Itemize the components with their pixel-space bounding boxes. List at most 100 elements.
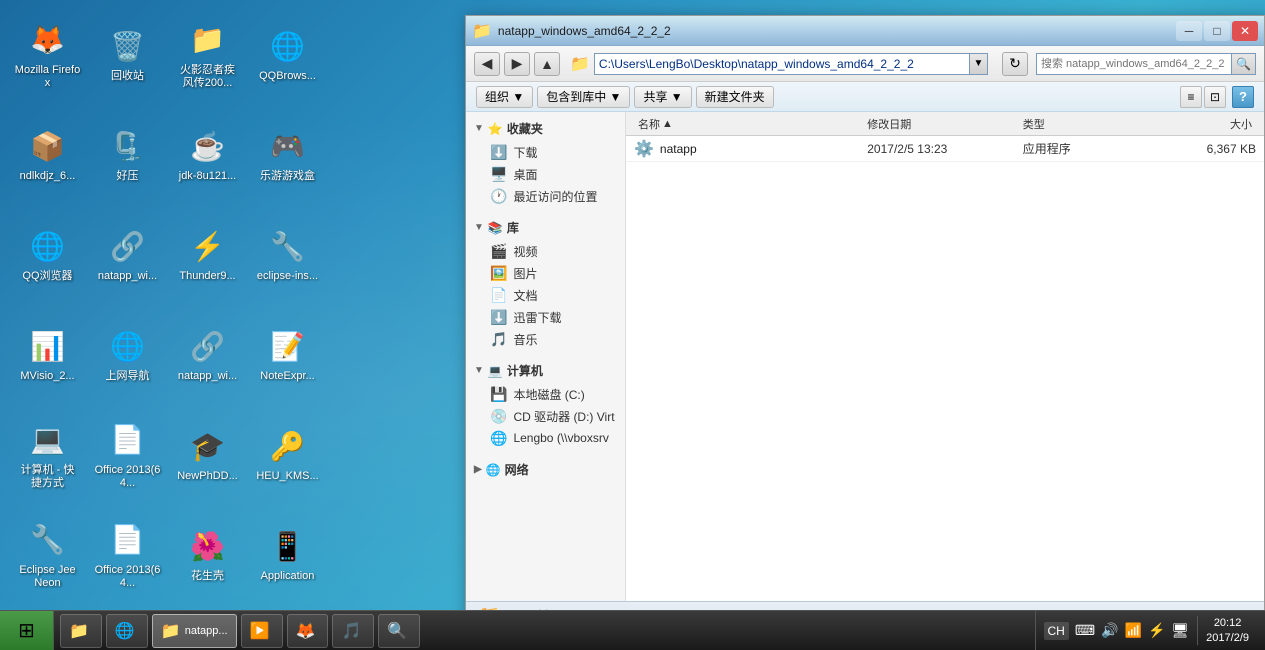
desktop-icon-eclipse-ins[interactable]: 🔧 eclipse-ins... bbox=[250, 210, 325, 300]
taskbar-item-ie[interactable]: 🌐 bbox=[106, 614, 148, 648]
taskbar-tray: CH ⌨ 🔊 📶 ⚡ 🖥 20:12 2017/2/9 bbox=[1035, 611, 1265, 650]
search-container: 🔍 bbox=[1036, 53, 1256, 75]
nav-item-desktop[interactable]: 🖥️ 桌面 bbox=[466, 163, 625, 185]
organize-button[interactable]: 组织 ▼ bbox=[476, 86, 533, 108]
nav-thunder-dl-label: 迅雷下载 bbox=[513, 309, 561, 326]
nav-desktop-label: 桌面 bbox=[513, 166, 537, 183]
file-row-natapp[interactable]: ⚙️ natapp 2017/2/5 13:23 应用程序 6,367 KB bbox=[626, 136, 1264, 162]
nav-item-video[interactable]: 🎬 视频 bbox=[466, 240, 625, 262]
desktop-icon-flower[interactable]: 🌺 花生壳 bbox=[170, 510, 245, 600]
tray-volume-icon[interactable]: 🔊 bbox=[1101, 622, 1118, 639]
up-button[interactable]: ▲ bbox=[534, 52, 560, 76]
desktop-icon-haozip[interactable]: 🗜️ 好压 bbox=[90, 110, 165, 200]
nav-item-download[interactable]: ⬇️ 下载 bbox=[466, 141, 625, 163]
desktop-icon-leyou[interactable]: 🎮 乐游游戏盒 bbox=[250, 110, 325, 200]
library-header[interactable]: ▼ 📚 库 bbox=[466, 215, 625, 240]
taskbar-item-audio[interactable]: 🎵 bbox=[332, 614, 374, 648]
desktop-icon-noteexpr[interactable]: 📝 NoteExpr... bbox=[250, 310, 325, 400]
taskbar-item-media[interactable]: ▶️ bbox=[241, 614, 283, 648]
toolbar: ◀ ▶ ▲ 📁 ▼ ↻ 🔍 bbox=[466, 46, 1264, 82]
nav-picture-label: 图片 bbox=[513, 265, 537, 282]
desktop-icon-qqbrowser-pkg[interactable]: 🌐 QQBrows... bbox=[250, 10, 325, 100]
back-button[interactable]: ◀ bbox=[474, 52, 500, 76]
desktop-icon-newphd[interactable]: 🎓 NewPhDD... bbox=[170, 410, 245, 500]
desktop-icon-office1[interactable]: 📄 Office 2013(64... bbox=[90, 410, 165, 500]
desktop-icon-office2[interactable]: 📄 Office 2013(64... bbox=[90, 510, 165, 600]
desktop-icon-firefox[interactable]: 🦊 Mozilla Firefox bbox=[10, 10, 85, 100]
cd-d-icon: 💿 bbox=[490, 408, 507, 425]
computer-expand-icon: ▼ bbox=[474, 365, 484, 376]
nav-item-thunder-dl[interactable]: ⬇️ 迅雷下载 bbox=[466, 306, 625, 328]
desktop-icon-trash[interactable]: 🗑️ 回收站 bbox=[90, 10, 165, 100]
nav-item-music[interactable]: 🎵 音乐 bbox=[466, 328, 625, 350]
nav-lengbo-label: Lengbo (\\vboxsrv bbox=[513, 431, 608, 445]
column-name[interactable]: 名称 ▲ bbox=[634, 116, 863, 132]
network-header[interactable]: ▶ 🌐 网络 bbox=[466, 457, 625, 482]
computer-header[interactable]: ▼ 💻 计算机 bbox=[466, 358, 625, 383]
tray-clock[interactable]: 20:12 2017/2/9 bbox=[1197, 616, 1257, 645]
computer-nav-label: 计算机 bbox=[507, 362, 543, 379]
computer-icon: 💻 bbox=[28, 420, 68, 460]
address-input[interactable] bbox=[594, 53, 970, 75]
file-name-natapp: natapp bbox=[660, 142, 697, 156]
view-toggle-button[interactable]: ≡ bbox=[1180, 86, 1202, 108]
include-library-button[interactable]: 包含到库中 ▼ bbox=[537, 86, 630, 108]
new-folder-button[interactable]: 新建文件夹 bbox=[696, 86, 774, 108]
desktop-icon-ndlk[interactable]: 📦 ndlkdjz_6... bbox=[10, 110, 85, 200]
taskbar-firefox-icon: 🦊 bbox=[296, 621, 316, 641]
help-button[interactable]: ? bbox=[1232, 86, 1254, 108]
desktop-icon-thunder[interactable]: ⚡ Thunder9... bbox=[170, 210, 245, 300]
column-size[interactable]: 大小 bbox=[1174, 116, 1256, 132]
desktop-icon-natapp-desktop[interactable]: 🔗 natapp_wi... bbox=[90, 210, 165, 300]
tray-battery-icon[interactable]: ⚡ bbox=[1148, 622, 1165, 639]
tray-lang-indicator[interactable]: CH bbox=[1044, 622, 1069, 640]
search-button[interactable]: 🔍 bbox=[1232, 53, 1256, 75]
desktop-icon-naruto[interactable]: 📁 火影忍者疾 风传200... bbox=[170, 10, 245, 100]
desktop-icon-computer[interactable]: 💻 计算机 - 快 捷方式 bbox=[10, 410, 85, 500]
taskbar-item-search[interactable]: 🔍 bbox=[378, 614, 420, 648]
forward-button[interactable]: ▶ bbox=[504, 52, 530, 76]
desktop-icon-jdk[interactable]: ☕ jdk-8u121... bbox=[170, 110, 245, 200]
desktop-icon-mvisio[interactable]: 📊 MVisio_2... bbox=[10, 310, 85, 400]
nav-item-picture[interactable]: 🖼️ 图片 bbox=[466, 262, 625, 284]
taskbar-item-firefox[interactable]: 🦊 bbox=[287, 614, 329, 648]
natapp2-icon: 🔗 bbox=[188, 326, 228, 366]
address-dropdown-button[interactable]: ▼ bbox=[970, 53, 988, 75]
qqbrowser-pkg-icon: 🌐 bbox=[268, 26, 308, 66]
nav-item-lengbo[interactable]: 🌐 Lengbo (\\vboxsrv bbox=[466, 427, 625, 449]
desktop-icon-eclipse-neon[interactable]: 🔧 Eclipse Jee Neon bbox=[10, 510, 85, 600]
tray-date: 2017/2/9 bbox=[1206, 631, 1249, 645]
file-size-natapp: 6,367 KB bbox=[1178, 142, 1256, 156]
desktop-icon-shangwang[interactable]: 🌐 上网导航 bbox=[90, 310, 165, 400]
desktop-icon-app[interactable]: 📱 Application bbox=[250, 510, 325, 600]
tray-network-icon[interactable]: 📶 bbox=[1125, 622, 1142, 639]
minimize-button[interactable]: ─ bbox=[1176, 21, 1202, 41]
naruto-label: 火影忍者疾 风传200... bbox=[174, 64, 241, 90]
search-input[interactable] bbox=[1036, 53, 1232, 75]
desktop-icon-heu[interactable]: 🔑 HEU_KMS... bbox=[250, 410, 325, 500]
maximize-button[interactable]: □ bbox=[1204, 21, 1230, 41]
column-type[interactable]: 类型 bbox=[1019, 116, 1175, 132]
favorites-header[interactable]: ▼ ⭐ 收藏夹 bbox=[466, 116, 625, 141]
nav-item-cd-d[interactable]: 💿 CD 驱动器 (D:) Virt bbox=[466, 405, 625, 427]
nav-item-document[interactable]: 📄 文档 bbox=[466, 284, 625, 306]
close-button[interactable]: ✕ bbox=[1232, 21, 1258, 41]
leyou-label: 乐游游戏盒 bbox=[260, 170, 315, 183]
taskbar-item-explorer[interactable]: 📁 bbox=[60, 614, 102, 648]
column-date[interactable]: 修改日期 bbox=[863, 116, 1019, 132]
file-date-natapp: 2017/2/5 13:23 bbox=[867, 142, 1023, 156]
tray-display-icon[interactable]: 🖥 bbox=[1171, 622, 1189, 639]
desktop-icon-qqbrowser[interactable]: 🌐 QQ浏览器 bbox=[10, 210, 85, 300]
desktop-icon-natapp2[interactable]: 🔗 natapp_wi... bbox=[170, 310, 245, 400]
start-button[interactable]: ⊞ bbox=[0, 611, 54, 650]
heu-icon: 🔑 bbox=[268, 426, 308, 466]
nav-item-recent[interactable]: 🕐 最近访问的位置 bbox=[466, 185, 625, 207]
nav-item-local-c[interactable]: 💾 本地磁盘 (C:) bbox=[466, 383, 625, 405]
refresh-button[interactable]: ↻ bbox=[1002, 52, 1028, 76]
taskbar-item-folder2[interactable]: 📁 natapp... bbox=[152, 614, 237, 648]
nav-local-c-label: 本地磁盘 (C:) bbox=[513, 386, 584, 403]
share-button[interactable]: 共享 ▼ bbox=[634, 86, 691, 108]
desktop-nav-icon: 🖥️ bbox=[490, 166, 507, 183]
pane-toggle-button[interactable]: ⊡ bbox=[1204, 86, 1226, 108]
tray-keyboard-icon[interactable]: ⌨ bbox=[1075, 622, 1095, 639]
